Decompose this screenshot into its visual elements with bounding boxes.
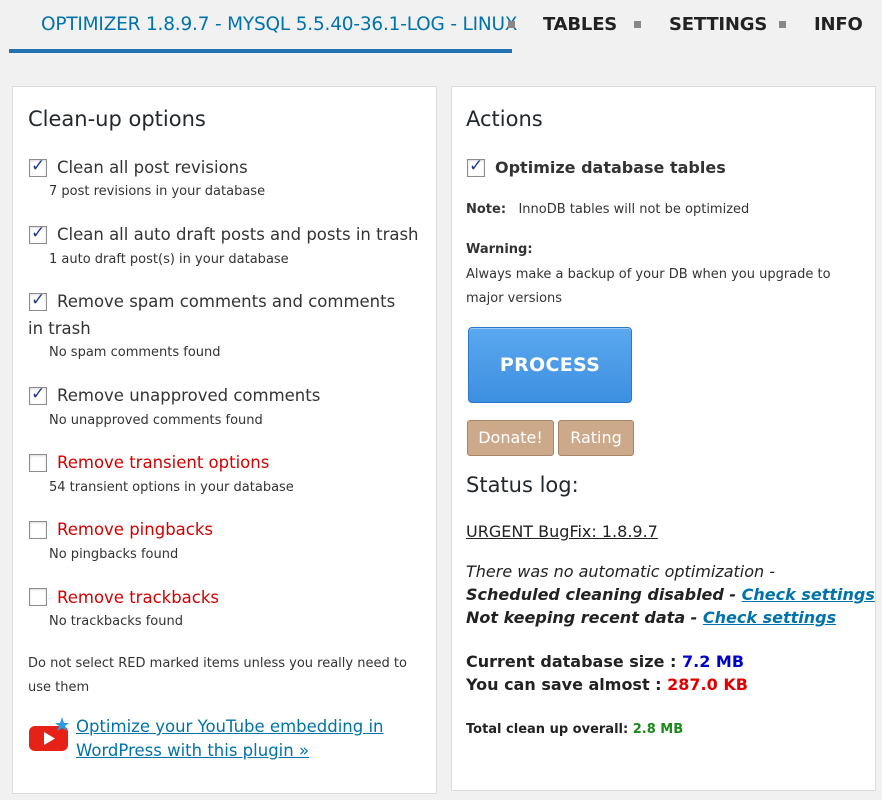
checkbox-post-revisions[interactable]: ✓ <box>29 156 47 177</box>
option-label-trackbacks[interactable]: Remove trackbacks <box>57 584 427 611</box>
actions-panel: Actions ✓ Optimize database tables Note:… <box>451 86 876 791</box>
current-size-value: 7.2 MB <box>681 652 745 671</box>
check-settings-link[interactable]: Check settings <box>703 608 836 627</box>
option-sub-transient-options: 54 transient options in your database <box>49 480 294 495</box>
tab-settings[interactable]: SETTINGS <box>669 0 767 50</box>
nav-separator <box>779 21 786 28</box>
save-line: You can save almost : 287.0 KB <box>466 673 748 696</box>
rating-button[interactable]: Rating <box>558 420 634 456</box>
actions-heading: Actions <box>466 107 543 131</box>
scheduled-cleaning-line: Scheduled cleaning disabled - Check sett… <box>466 583 875 606</box>
not-keeping-text: Not keeping recent data - <box>466 608 698 627</box>
process-button[interactable]: PROCESS <box>468 327 632 403</box>
cleanup-options-panel: Clean-up options ✓ Clean all post revisi… <box>12 86 437 794</box>
option-sub-trackbacks: No trackbacks found <box>49 614 183 629</box>
option-sub-pingbacks: No pingbacks found <box>49 547 179 562</box>
option-sub-post-revisions: 7 post revisions in your database <box>49 184 266 199</box>
total-cleanup-line: Total clean up overall: 2.8 MB <box>466 718 683 741</box>
option-sub-unapproved-comments: No unapproved comments found <box>49 413 263 428</box>
checkbox-trackbacks[interactable] <box>29 588 47 606</box>
current-size-line: Current database size : 7.2 MB <box>466 650 744 673</box>
bugfix-link[interactable]: URGENT BugFix: 1.8.9.7 <box>466 520 658 543</box>
checkmark-icon: ✓ <box>469 156 484 176</box>
optimize-tables-label[interactable]: Optimize database tables <box>495 154 726 181</box>
option-label-auto-drafts[interactable]: Clean all auto draft posts and posts in … <box>57 221 427 248</box>
option-label-spam-comments[interactable]: Remove spam comments and comments in tra… <box>28 288 398 342</box>
tab-info[interactable]: INFO <box>814 0 863 50</box>
youtube-plugin-link[interactable]: Optimize your YouTube embedding in WordP… <box>76 715 406 763</box>
current-size-label: Current database size : <box>466 652 677 671</box>
youtube-icon <box>29 717 69 751</box>
nav-separator <box>508 21 515 28</box>
top-nav: OPTIMIZER 1.8.9.7 - MYSQL 5.5.40-36.1-LO… <box>0 0 882 54</box>
option-label-pingbacks[interactable]: Remove pingbacks <box>57 516 427 543</box>
total-value: 2.8 MB <box>632 722 684 737</box>
save-value: 287.0 KB <box>667 675 748 694</box>
checkbox-auto-drafts[interactable]: ✓ <box>29 223 47 244</box>
no-auto-optimization-text: There was no automatic optimization - <box>466 562 775 581</box>
note-text: InnoDB tables will not be optimized <box>518 202 750 217</box>
option-sub-auto-drafts: 1 auto draft post(s) in your database <box>49 252 289 267</box>
option-label-transient-options[interactable]: Remove transient options <box>57 449 427 476</box>
tab-tables[interactable]: TABLES <box>543 0 617 50</box>
option-label-post-revisions[interactable]: Clean all post revisions <box>57 154 427 181</box>
status-log-heading: Status log: <box>466 473 579 497</box>
checkbox-optimize-tables[interactable]: ✓ <box>467 156 485 177</box>
checkmark-icon: ✓ <box>31 223 46 243</box>
recent-data-line: Not keeping recent data - Check settings <box>466 606 836 629</box>
checkmark-icon: ✓ <box>31 156 46 176</box>
innodb-note: Note: InnoDB tables will not be optimize… <box>466 198 749 222</box>
option-sub-spam-comments: No spam comments found <box>49 345 221 360</box>
donate-button[interactable]: Donate! <box>467 420 554 456</box>
warning-text: Always make a backup of your DB when you… <box>466 267 831 306</box>
active-tab-indicator <box>9 49 512 53</box>
red-items-note: Do not select RED marked items unless yo… <box>28 656 407 695</box>
checkbox-transient-options[interactable] <box>29 454 47 472</box>
checkbox-unapproved-comments[interactable]: ✓ <box>29 384 47 405</box>
total-label: Total clean up overall: <box>466 722 629 737</box>
warning-label: Warning: <box>466 242 533 257</box>
check-settings-link[interactable]: Check settings <box>742 585 875 604</box>
checkbox-pingbacks[interactable] <box>29 521 47 539</box>
tab-optimizer[interactable]: OPTIMIZER 1.8.9.7 - MYSQL 5.5.40-36.1-LO… <box>41 0 517 50</box>
save-label: You can save almost : <box>466 675 662 694</box>
cleanup-heading: Clean-up options <box>28 107 206 131</box>
nav-separator <box>634 21 641 28</box>
checkmark-icon: ✓ <box>31 384 46 404</box>
scheduled-cleaning-text: Scheduled cleaning disabled - <box>466 585 737 604</box>
note-label: Note: <box>466 202 507 217</box>
option-label-unapproved-comments[interactable]: Remove unapproved comments <box>57 382 427 409</box>
